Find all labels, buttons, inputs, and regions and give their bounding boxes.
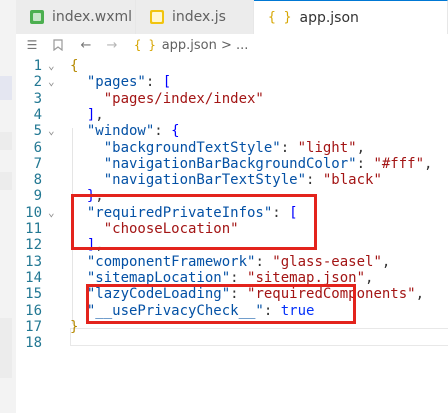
- wxml-file-icon: [30, 10, 44, 24]
- code-line[interactable]: 7 "navigationBarBackgroundColor": "#fff"…: [16, 156, 448, 172]
- code-text: "navigationBarTextStyle": "black": [70, 172, 382, 188]
- code-token: :: [356, 155, 374, 172]
- line-number: 3: [33, 90, 42, 107]
- explorer-selected-row[interactable]: [0, 76, 12, 100]
- editor-tab-bar: index.wxml index.js { } app.json: [16, 0, 448, 34]
- code-line[interactable]: 6 "backgroundTextStyle": "light",: [16, 140, 448, 156]
- code-token: {: [171, 123, 180, 140]
- breadcrumb-path[interactable]: app.json > ...: [162, 34, 249, 56]
- code-text: "componentFramework": "glass-easel",: [70, 254, 390, 270]
- line-number: 11: [25, 221, 42, 237]
- code-text: "window": {: [70, 123, 180, 139]
- code-text: "backgroundTextStyle": "light",: [70, 140, 365, 156]
- line-number: 17: [25, 318, 42, 335]
- code-line[interactable]: 8 "navigationBarTextStyle": "black": [16, 172, 448, 188]
- json-file-icon: { }: [268, 10, 292, 25]
- code-token: :: [255, 253, 273, 270]
- code-text: ],: [70, 107, 104, 123]
- json-file-icon: { }: [134, 38, 156, 52]
- code-token: "window": [86, 123, 155, 140]
- tab-index-js[interactable]: index.js: [136, 0, 254, 34]
- code-token: :: [145, 74, 163, 91]
- code-line[interactable]: 18: [16, 335, 448, 351]
- code-text: "pages": [: [70, 74, 171, 90]
- tab-label: index.js: [172, 9, 226, 25]
- js-file-icon: [150, 10, 164, 24]
- line-number: 2: [33, 74, 42, 91]
- line-number: 15: [25, 286, 42, 303]
- explorer-edge: [0, 0, 16, 413]
- highlight-box-use-privacy-check: [86, 284, 356, 324]
- code-token: ,: [95, 106, 104, 123]
- code-token: ,: [424, 155, 433, 172]
- code-token: "pages": [86, 74, 146, 91]
- code-token: "#fff": [373, 155, 425, 172]
- code-line[interactable]: 1 ⌄ {: [16, 58, 448, 74]
- code-line[interactable]: 3 "pages/index/index": [16, 91, 448, 107]
- code-text: }: [70, 319, 78, 335]
- explorer-row[interactable]: [0, 172, 12, 190]
- code-line[interactable]: 13 "componentFramework": "glass-easel",: [16, 254, 448, 270]
- code-token: "componentFramework": [86, 253, 256, 270]
- code-token: ,: [356, 139, 366, 156]
- code-token: "backgroundTextStyle": [103, 139, 281, 156]
- line-number: 12: [25, 237, 42, 254]
- code-token: "navigationBarBackgroundColor": [103, 155, 357, 172]
- breadcrumb: ☰ ← → { } app.json > ...: [16, 34, 448, 56]
- highlight-box-required-private-infos: [71, 194, 317, 250]
- explorer-row[interactable]: [0, 318, 12, 378]
- line-number: 16: [25, 302, 42, 319]
- code-token: :: [280, 139, 298, 156]
- code-text: "navigationBarBackgroundColor": "#fff",: [70, 155, 433, 172]
- line-number: 6: [33, 139, 42, 156]
- code-token: "black": [322, 172, 382, 189]
- tab-label: index.wxml: [52, 9, 133, 25]
- code-line[interactable]: 2 ⌄ "pages": [: [16, 74, 448, 90]
- code-line[interactable]: 4 ],: [16, 107, 448, 123]
- fold-chevron-icon[interactable]: ⌄: [48, 205, 60, 221]
- fold-chevron-icon[interactable]: ⌄: [48, 58, 60, 74]
- bookmark-icon[interactable]: [50, 34, 66, 56]
- line-number: 14: [25, 269, 42, 286]
- line-number: 7: [33, 155, 42, 172]
- fold-chevron-icon[interactable]: ⌄: [48, 123, 60, 139]
- code-token: "pages/index/index": [103, 90, 264, 107]
- tab-app-json[interactable]: { } app.json: [254, 0, 448, 34]
- line-number: 10: [25, 204, 42, 221]
- fold-chevron-icon[interactable]: ⌄: [48, 74, 60, 90]
- code-line[interactable]: 5 ⌄ "window": {: [16, 123, 448, 139]
- code-token: ,: [381, 253, 391, 270]
- code-token: "glass-easel": [272, 253, 382, 270]
- code-token: [: [162, 74, 172, 91]
- code-token: ,: [415, 286, 425, 303]
- code-token: {: [70, 58, 79, 74]
- line-number: 9: [33, 188, 42, 205]
- code-token: ,: [365, 269, 374, 286]
- code-token: :: [306, 172, 323, 189]
- line-number: 5: [33, 123, 42, 140]
- line-number: 4: [33, 106, 42, 123]
- line-number: 1: [33, 58, 42, 74]
- line-number: 13: [25, 253, 42, 270]
- code-text: {: [70, 58, 78, 74]
- back-arrow-icon[interactable]: ←: [78, 34, 94, 56]
- line-number: 8: [33, 172, 42, 189]
- tab-label: app.json: [299, 9, 359, 26]
- code-editor[interactable]: 1 ⌄{2 ⌄ "pages": [3 "pages/index/index" 4 ]…: [16, 56, 448, 413]
- forward-arrow-icon[interactable]: →: [104, 34, 120, 56]
- list-icon[interactable]: ☰: [24, 34, 40, 56]
- explorer-row[interactable]: [0, 132, 12, 150]
- code-token: "light": [297, 139, 357, 156]
- tab-index-wxml[interactable]: index.wxml: [16, 0, 136, 34]
- code-token: }: [70, 318, 79, 335]
- code-token: "navigationBarTextStyle": [103, 172, 307, 189]
- code-text: "pages/index/index": [70, 91, 264, 107]
- code-token: :: [154, 123, 172, 140]
- line-number: 18: [25, 335, 42, 352]
